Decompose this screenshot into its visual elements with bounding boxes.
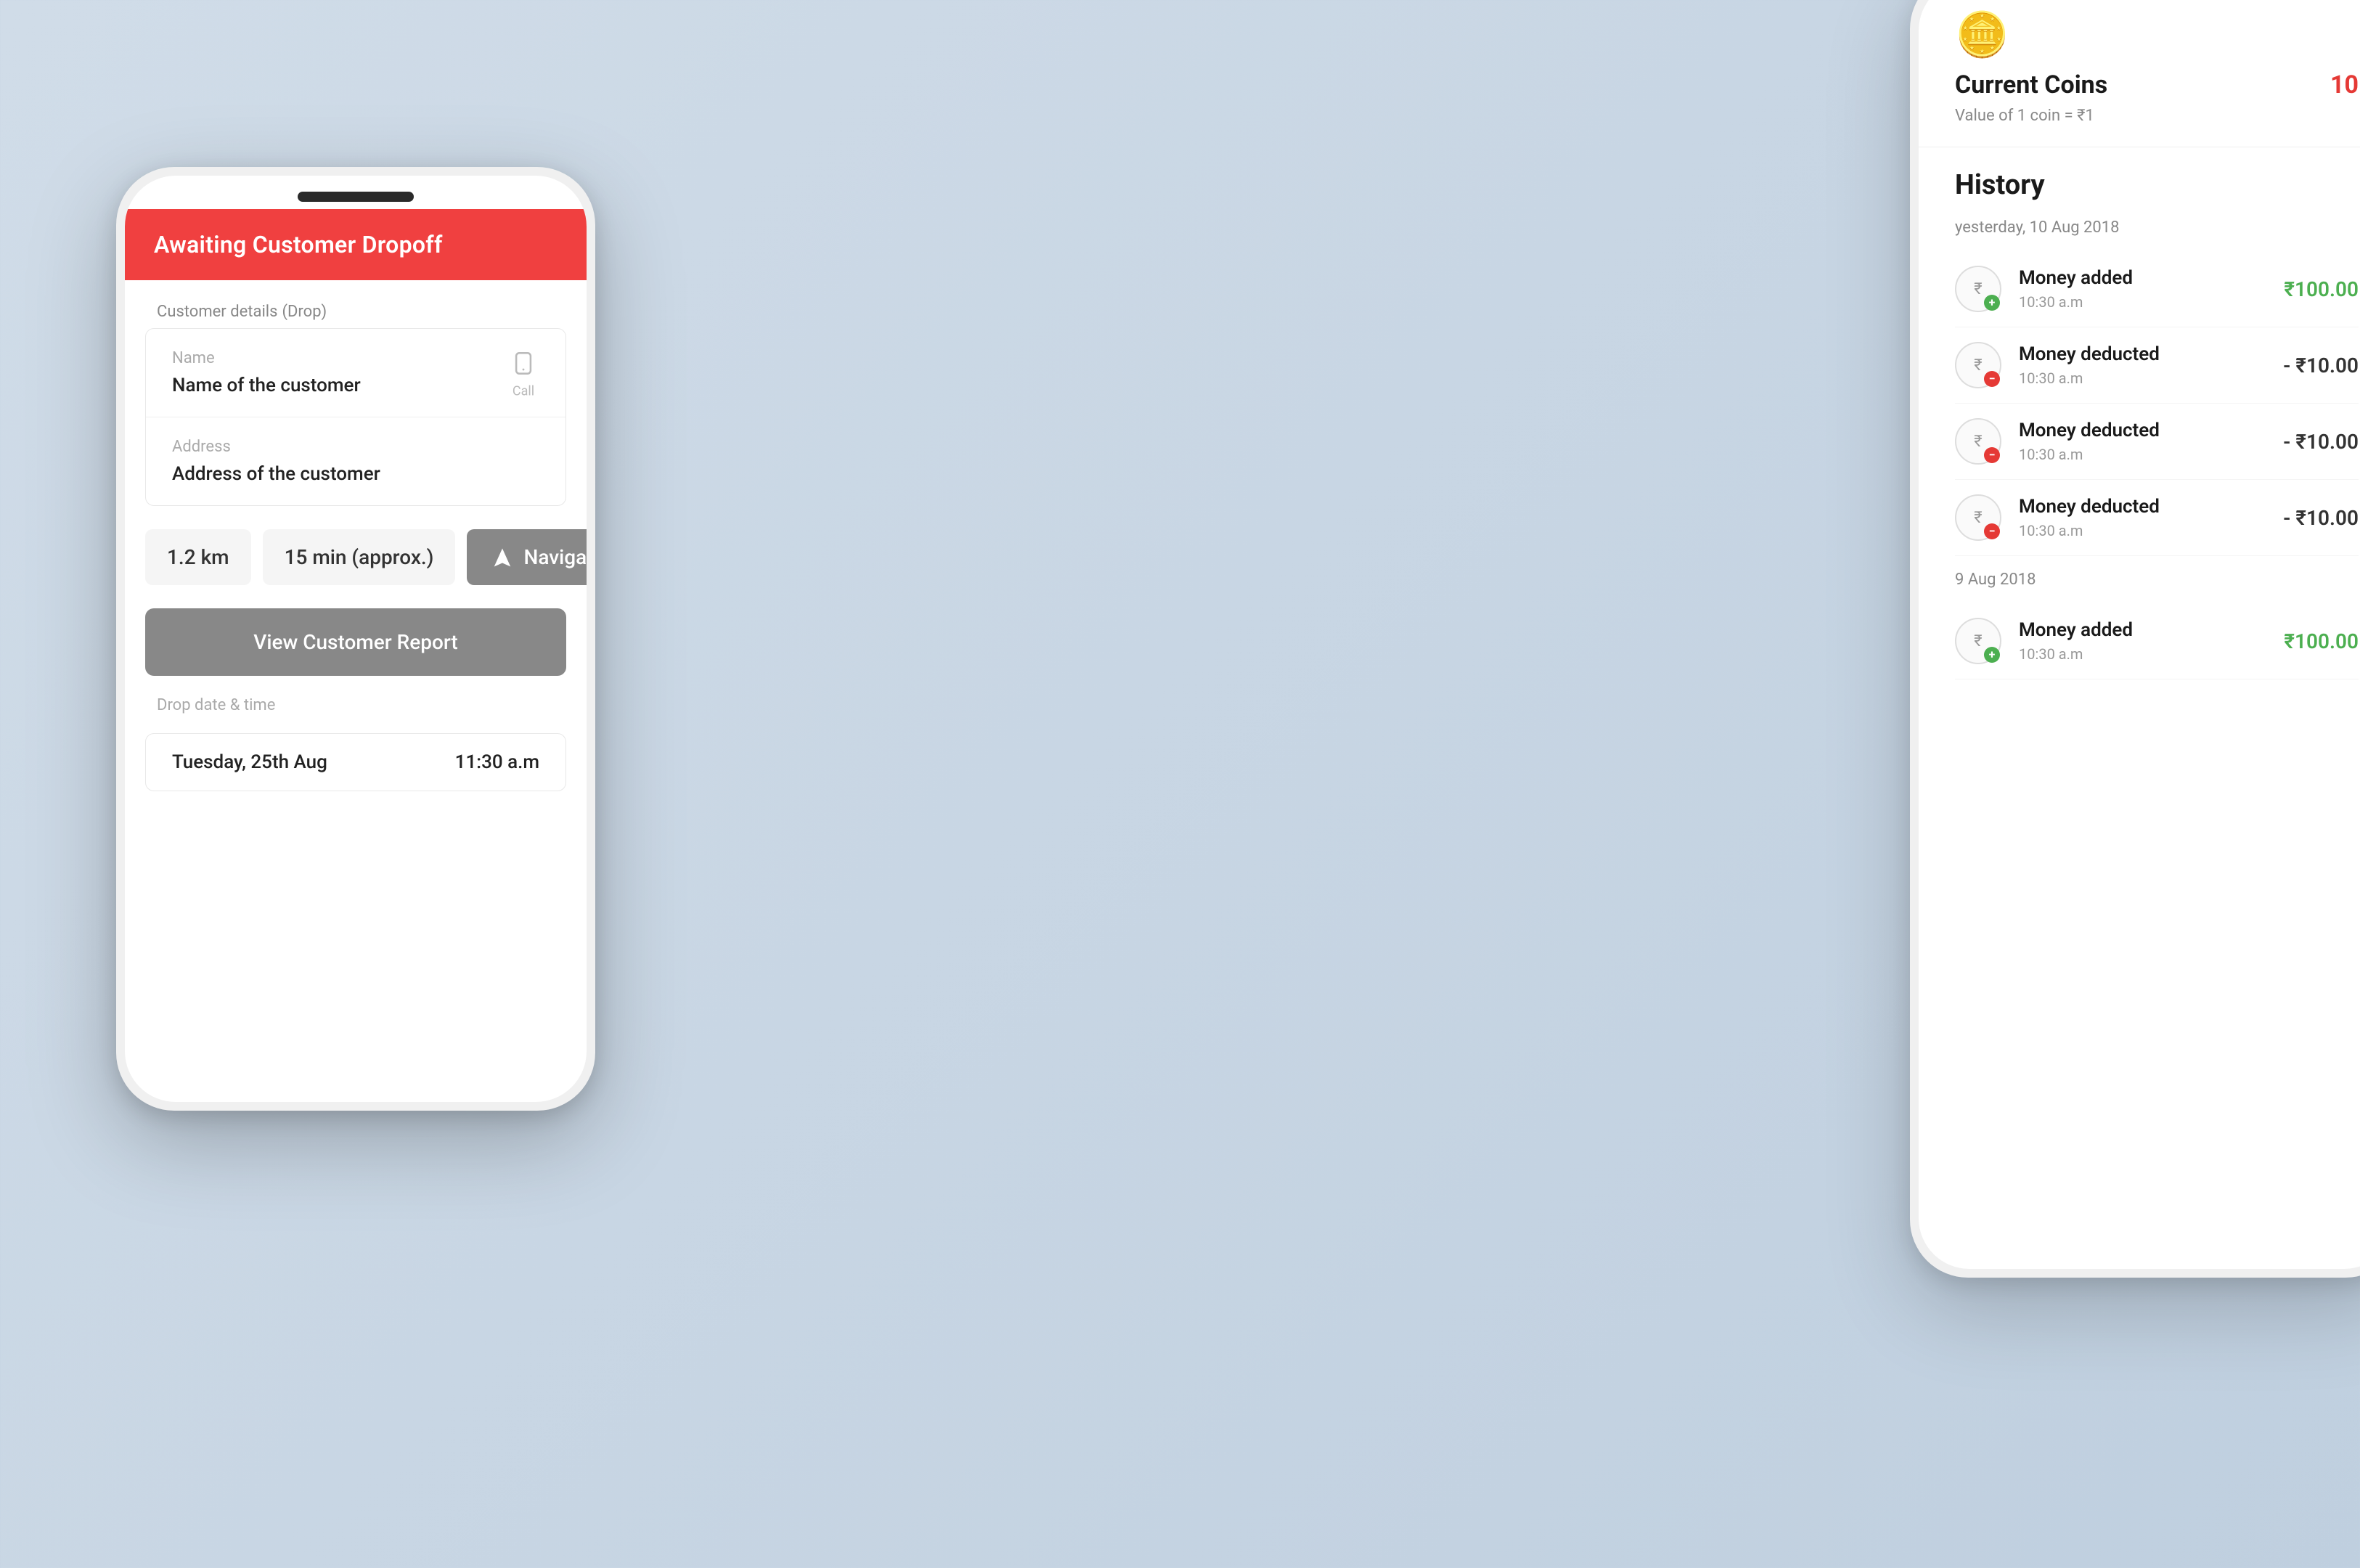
coin-emoji: 🪙 (1955, 9, 2359, 60)
minus-badge-4: − (1984, 523, 2000, 539)
history-date-2: 9 Aug 2018 (1955, 571, 2359, 589)
history-item-2: ₹ − Money deducted 10:30 a.m - ₹10.00 (1955, 327, 2359, 404)
phone-icon (507, 347, 539, 379)
address-row: Address Address of the customer (146, 417, 565, 505)
view-report-button[interactable]: View Customer Report (145, 608, 566, 676)
status-bar: Awaiting Customer Dropoff (125, 209, 587, 280)
phone-right: 🪙 Current Coins 10 Value of 1 coin = ₹1 … (1910, 0, 2360, 1278)
status-bar-label: Awaiting Customer Dropoff (154, 231, 443, 258)
drop-section: Drop date & time (125, 676, 587, 733)
drop-row: Tuesday, 25th Aug 11:30 a.m (145, 733, 566, 791)
section-subtitle: (Drop) (282, 303, 327, 321)
name-label: Name (172, 349, 539, 367)
drop-time: 11:30 a.m (455, 751, 539, 773)
history-item-info-5: Money added 10:30 a.m (2019, 619, 2266, 663)
section-title-text: Customer details (157, 303, 278, 321)
current-coins-label: Current Coins (1955, 70, 2107, 99)
minus-badge-3: − (1984, 447, 2000, 463)
name-value: Name of the customer (172, 375, 539, 396)
coin-value-label: Value of 1 coin = ₹1 (1955, 107, 2359, 125)
metrics-row: 1.2 km 15 min (approx.) Navigate (145, 529, 566, 585)
history-item-info-1: Money added 10:30 a.m (2019, 267, 2266, 311)
drop-label: Drop date & time (157, 696, 555, 714)
plus-badge-1: + (1984, 295, 2000, 311)
phone-notch (298, 192, 414, 202)
view-report-label: View Customer Report (253, 630, 458, 654)
section-title: Customer details (Drop) (125, 280, 587, 328)
coins-row: Current Coins 10 (1955, 70, 2359, 99)
rupee-icon-5: ₹ + (1955, 618, 2001, 664)
address-label: Address (172, 438, 539, 456)
call-button[interactable]: Call (507, 347, 539, 399)
history-section: History yesterday, 10 Aug 2018 ₹ + Money… (1919, 147, 2360, 1269)
duration-value: 15 min (approx.) (285, 545, 434, 569)
plus-badge-5: + (1984, 647, 2000, 663)
navigate-label: Navigate (523, 545, 587, 569)
history-item-4: ₹ − Money deducted 10:30 a.m - ₹10.00 (1955, 480, 2359, 556)
drop-date: Tuesday, 25th Aug (172, 751, 327, 773)
coins-section: 🪙 Current Coins 10 Value of 1 coin = ₹1 (1919, 0, 2360, 147)
navigate-button[interactable]: Navigate (467, 529, 587, 585)
history-date-1: yesterday, 10 Aug 2018 (1955, 219, 2359, 237)
rupee-icon-3: ₹ − (1955, 418, 2001, 465)
history-item-info-4: Money deducted 10:30 a.m (2019, 496, 2266, 539)
customer-details-card: Name Name of the customer Call Addres (145, 328, 566, 506)
duration-metric: 15 min (approx.) (263, 529, 456, 585)
address-value: Address of the customer (172, 463, 539, 485)
rupee-icon-1: ₹ + (1955, 266, 2001, 312)
phone-left: Awaiting Customer Dropoff Customer detai… (116, 167, 595, 1111)
history-title: History (1955, 169, 2359, 201)
history-item-3: ₹ − Money deducted 10:30 a.m - ₹10.00 (1955, 404, 2359, 480)
history-item-info-3: Money deducted 10:30 a.m (2019, 420, 2266, 463)
name-row: Name Name of the customer Call (146, 329, 565, 417)
distance-metric: 1.2 km (145, 529, 251, 585)
rupee-icon-2: ₹ − (1955, 342, 2001, 388)
history-item-1: ₹ + Money added 10:30 a.m ₹100.00 (1955, 251, 2359, 327)
history-item-info-2: Money deducted 10:30 a.m (2019, 343, 2266, 387)
history-item-5: ₹ + Money added 10:30 a.m ₹100.00 (1955, 603, 2359, 679)
minus-badge-2: − (1984, 371, 2000, 387)
phone-content: Customer details (Drop) Name Name of the… (125, 280, 587, 1102)
rupee-icon-4: ₹ − (1955, 494, 2001, 541)
call-label: Call (513, 383, 534, 399)
distance-value: 1.2 km (167, 545, 229, 569)
current-coins-value: 10 (2330, 70, 2359, 99)
